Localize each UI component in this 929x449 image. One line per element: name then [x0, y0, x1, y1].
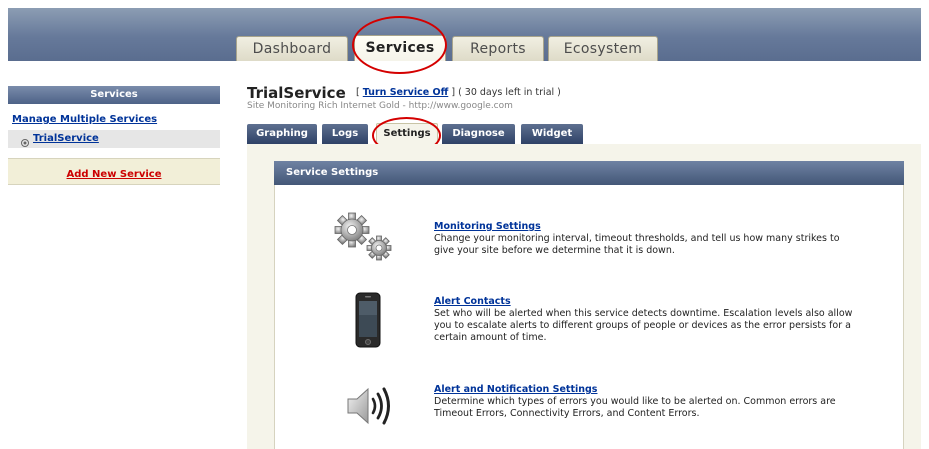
add-new-service-row: Add New Service	[8, 158, 220, 185]
add-new-service-link[interactable]: Add New Service	[67, 169, 162, 180]
bracket-open: [	[356, 87, 360, 98]
speaker-icon	[346, 384, 396, 432]
gears-icon	[326, 208, 398, 268]
panel-title: Service Settings	[274, 161, 904, 185]
monitoring-settings-desc: Change your monitoring interval, timeout…	[434, 233, 840, 256]
bullet-icon	[20, 133, 30, 152]
alert-notification-settings-link[interactable]: Alert and Notification Settings	[434, 384, 854, 396]
alert-notification-settings-desc: Determine which types of errors you woul…	[434, 396, 836, 419]
tab-services[interactable]: Services	[354, 35, 446, 61]
sidebar-item-trialservice[interactable]: TrialService	[8, 130, 220, 148]
manage-multiple-services-link[interactable]: Manage Multiple Services	[12, 114, 157, 125]
monitoring-settings-item: Monitoring Settings Change your monitori…	[434, 221, 854, 257]
phone-icon	[355, 292, 381, 352]
tab-reports[interactable]: Reports	[452, 36, 544, 61]
subtab-widget[interactable]: Widget	[521, 124, 583, 144]
alert-contacts-desc: Set who will be alerted when this servic…	[434, 308, 853, 343]
service-meta: [ Turn Service Off ] ( 30 days left in t…	[356, 87, 561, 98]
alert-notification-settings-item: Alert and Notification Settings Determin…	[434, 384, 854, 420]
service-subtitle: Site Monitoring Rich Internet Gold - htt…	[247, 101, 513, 111]
subtab-logs[interactable]: Logs	[322, 124, 368, 144]
alert-contacts-item: Alert Contacts Set who will be alerted w…	[434, 296, 854, 344]
sidebar-title: Services	[8, 86, 220, 104]
sidebar-item-label: TrialService	[33, 133, 99, 144]
alert-contacts-link[interactable]: Alert Contacts	[434, 296, 854, 308]
page-title: TrialService	[247, 84, 346, 102]
subtab-settings[interactable]: Settings	[376, 123, 438, 145]
turn-service-off-link[interactable]: Turn Service Off	[363, 87, 449, 98]
subtab-graphing[interactable]: Graphing	[247, 124, 317, 144]
tab-dashboard[interactable]: Dashboard	[236, 36, 348, 61]
subtab-diagnose[interactable]: Diagnose	[442, 124, 515, 144]
bracket-close: ]	[451, 87, 456, 98]
trial-note: ( 30 days left in trial )	[458, 87, 561, 98]
tab-ecosystem[interactable]: Ecosystem	[548, 36, 658, 61]
monitoring-settings-link[interactable]: Monitoring Settings	[434, 221, 854, 233]
